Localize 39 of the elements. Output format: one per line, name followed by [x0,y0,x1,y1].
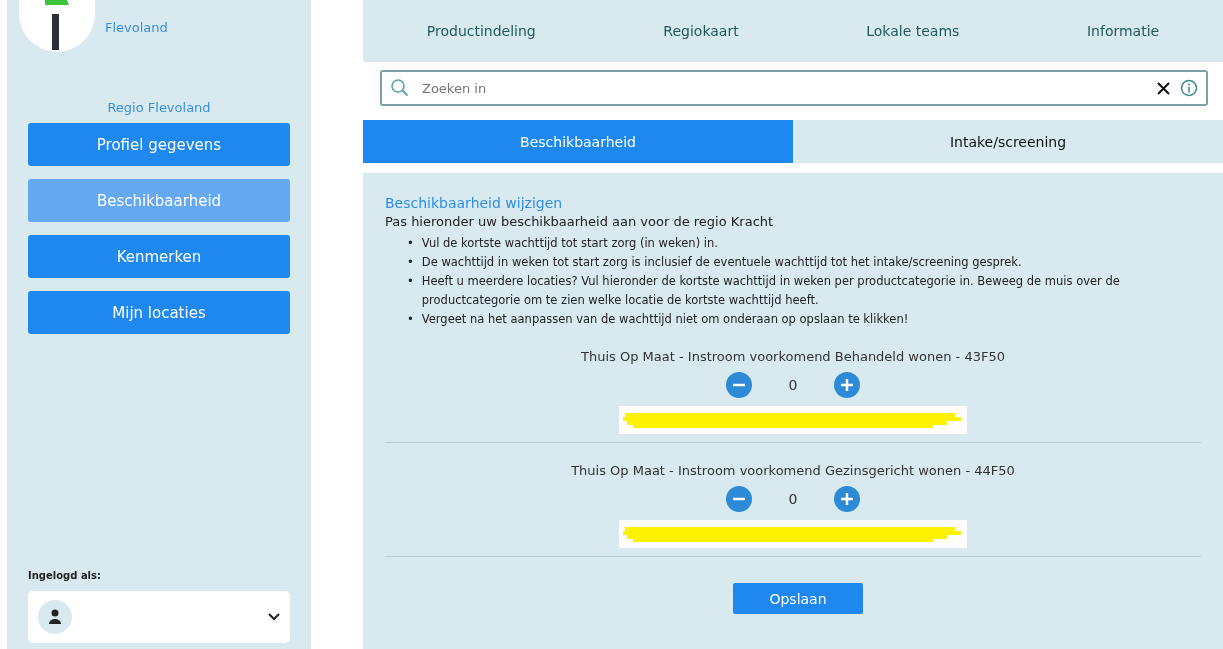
instruction-item: Vul de kortste wachttijd tot start zorg (in weken) in. [421,235,718,252]
instruction-item: De wachttijd in weken tot start zorg is inclusief de eventuele wachttijd tot het intake/screening gesprek. [421,254,1022,271]
product-name: Thuis Op Maat - Instroom voorkomend Gezinsgericht wonen - 44F50 [571,463,1015,478]
section-title: Beschikbaarheid wijzigen [385,195,564,211]
sidebar-menu-item[interactable]: Profiel gegevens [28,123,290,166]
close-icon[interactable] [1157,81,1170,95]
plus-button[interactable] [834,486,860,512]
logged-in-label: Ingelogd als: [28,570,102,581]
intro-text: Pas hieronder uw beschikbaarheid aan voor de regio Kracht [385,214,775,229]
save-button[interactable]: Opslaan [733,583,863,614]
user-avatar-icon [38,600,72,634]
search-bar[interactable]: Zoeken in [380,70,1208,106]
bullet-marker: • [407,254,414,271]
region-name: Flevoland [105,20,168,35]
sidebar-menu-item[interactable]: Mijn locaties [28,291,290,334]
waiting-weeks-value: 0 [788,377,798,393]
minus-button[interactable] [726,372,752,398]
nav-link[interactable]: Lokale teams [866,23,960,39]
nav-link[interactable]: Regiokaart [663,23,739,39]
tab[interactable]: Intake/screening [793,120,1223,163]
instruction-item: Vergeet na het aanpassen van de wachttijd niet om onderaan op opslaan te klikken! [421,311,909,328]
product-name: Thuis Op Maat - Instroom voorkomend Behandeld wonen - 43F50 [581,349,1005,364]
bullet-marker: • [407,311,414,328]
sidebar-menu-item[interactable]: Beschikbaarheid [28,179,290,222]
tab[interactable]: Beschikbaarheid [363,120,793,163]
nav-link[interactable]: Informatie [1086,23,1160,39]
plus-button[interactable] [834,372,860,398]
info-icon[interactable] [1180,79,1198,97]
minus-button[interactable] [726,486,752,512]
bullet-marker: • [407,235,414,252]
bullet-marker: • [407,273,414,290]
sidebar-menu-item[interactable]: Kenmerken [28,235,290,278]
waiting-weeks-value: 0 [788,491,798,507]
search-icon [390,78,410,98]
chevron-down-icon [268,613,280,621]
nav-link[interactable]: Productindeling [426,23,536,39]
logo-icon [19,0,95,52]
instruction-item: Heeft u meerdere locaties? Vul hieronder de kortste wachttijd in weken per productcategorie in. Beweeg de muis over de productcategorie om te zien welke locatie de kortste wachttijd heeft. [421,273,1121,309]
region-label: Regio Flevoland [106,100,212,115]
